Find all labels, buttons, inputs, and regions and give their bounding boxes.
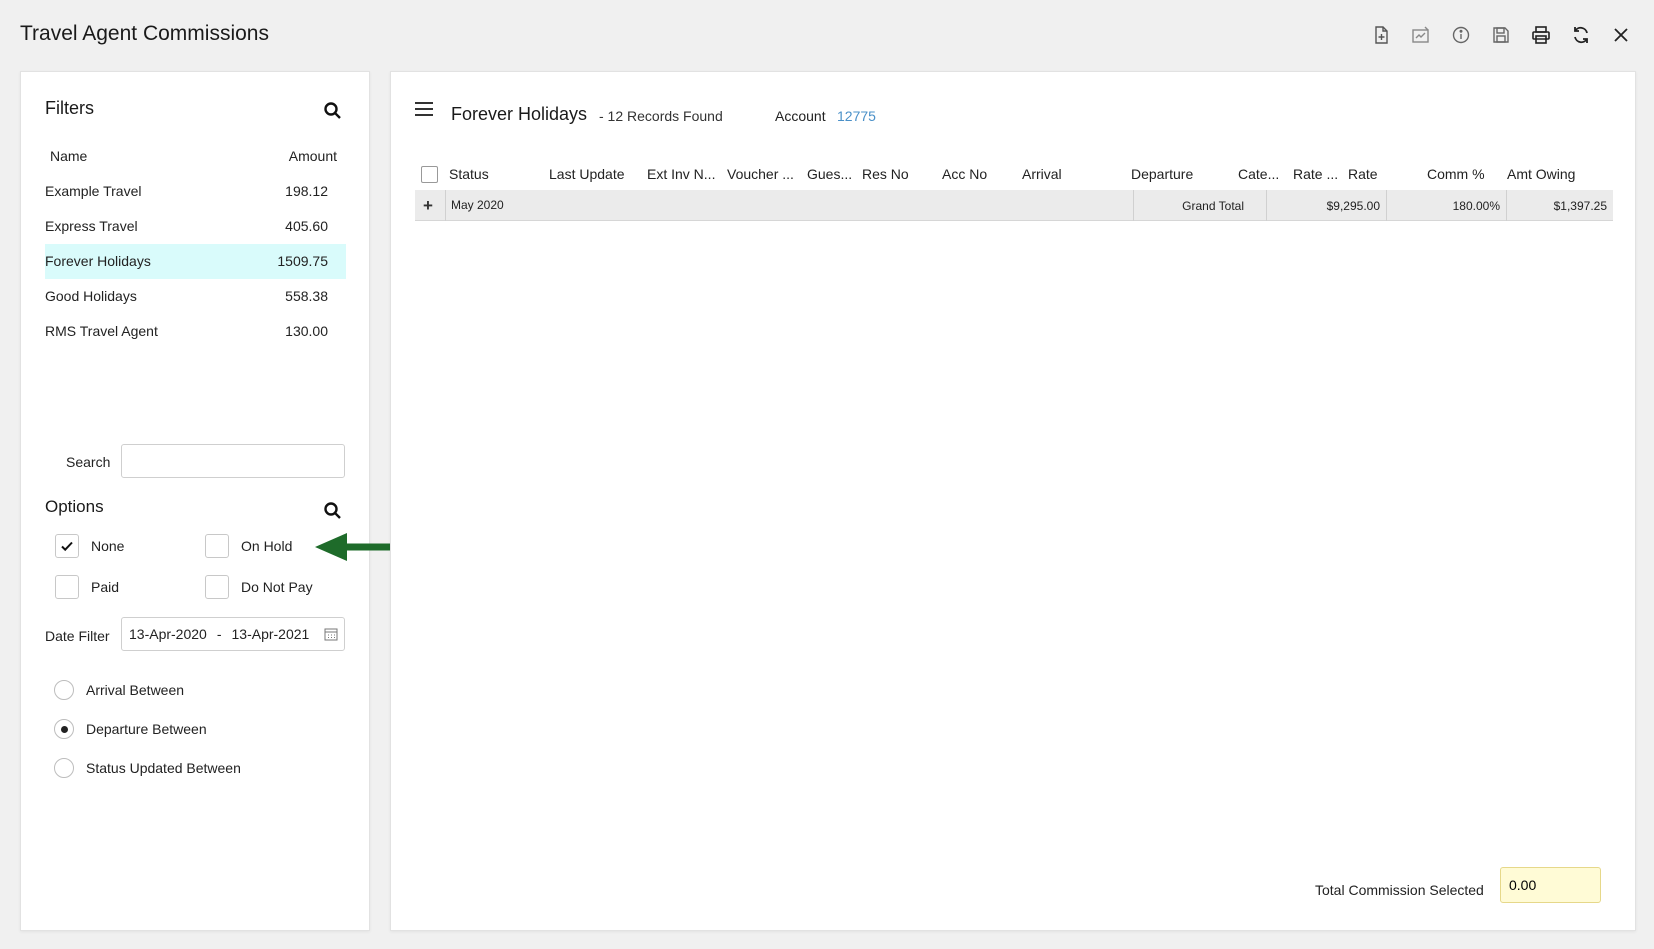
col-last-update[interactable]: Last Update	[549, 166, 625, 182]
account-label: Account	[775, 108, 826, 124]
save-icon[interactable]	[1488, 22, 1514, 48]
paid-checkbox[interactable]: Paid	[55, 575, 119, 599]
agent-row[interactable]: Example Travel 198.12	[45, 174, 346, 209]
on-hold-label: On Hold	[241, 538, 293, 554]
name-column-header: Name	[50, 148, 88, 164]
print-icon[interactable]	[1528, 22, 1554, 48]
calendar-icon[interactable]	[324, 627, 338, 641]
agent-row[interactable]: Good Holidays 558.38	[45, 279, 346, 314]
search-input[interactable]	[121, 444, 345, 478]
agent-name: Good Holidays	[45, 288, 137, 304]
col-status[interactable]: Status	[449, 166, 489, 182]
grand-total-label: Grand Total	[1133, 190, 1266, 221]
radio-circle[interactable]	[54, 680, 74, 700]
commissions-panel: Forever Holidays - 12 Records Found Acco…	[390, 71, 1636, 931]
agent-name: Express Travel	[45, 218, 138, 234]
filters-heading: Filters	[45, 98, 94, 118]
agent-amount: 130.00	[285, 323, 328, 339]
records-found: - 12 Records Found	[599, 108, 723, 124]
select-all-checkbox[interactable]	[421, 166, 438, 183]
add-document-icon[interactable]	[1368, 22, 1394, 48]
checkbox-box[interactable]	[205, 575, 229, 599]
total-commission-label: Total Commission Selected	[1315, 882, 1484, 898]
agent-row-selected[interactable]: Forever Holidays 1509.75	[45, 244, 346, 279]
agent-amount: 1509.75	[277, 253, 328, 269]
edit-document-icon[interactable]	[1408, 22, 1434, 48]
grand-total-amt-owing: $1,397.25	[1506, 190, 1613, 221]
filters-panel: Filters Name Amount Example Travel 198.1…	[20, 71, 370, 931]
options-heading: Options	[45, 497, 104, 516]
agent-list: Example Travel 198.12 Express Travel 405…	[45, 174, 346, 349]
menu-icon[interactable]	[415, 102, 433, 118]
agent-name: Example Travel	[45, 183, 142, 199]
arrival-between-label: Arrival Between	[86, 682, 185, 698]
col-res-no[interactable]: Res No	[862, 166, 909, 182]
agent-title: Forever Holidays	[451, 104, 588, 124]
col-rate[interactable]: Rate	[1348, 166, 1378, 182]
on-hold-checkbox[interactable]: On Hold	[205, 534, 292, 558]
radio-circle[interactable]	[54, 719, 74, 739]
do-not-pay-label: Do Not Pay	[241, 579, 313, 595]
group-row[interactable]: + May 2020 Grand Total $9,295.00 180.00%…	[415, 190, 1613, 221]
checkbox-box[interactable]	[55, 534, 79, 558]
radio-circle[interactable]	[54, 758, 74, 778]
col-acc-no[interactable]: Acc No	[942, 166, 987, 182]
grid-header: Status Last Update Ext Inv N... Voucher …	[415, 162, 1613, 188]
cell-divider	[445, 190, 446, 221]
checkbox-box[interactable]	[55, 575, 79, 599]
agent-name: RMS Travel Agent	[45, 323, 158, 339]
search-icon[interactable]	[323, 101, 343, 121]
grand-total-comm: 180.00%	[1386, 190, 1506, 221]
col-category[interactable]: Cate...	[1238, 166, 1279, 182]
group-label: May 2020	[451, 198, 504, 212]
col-rate-type[interactable]: Rate ...	[1293, 166, 1338, 182]
amount-column-header: Amount	[288, 148, 337, 164]
status-updated-between-label: Status Updated Between	[86, 760, 241, 776]
agent-amount: 198.12	[285, 183, 328, 199]
agent-row[interactable]: Express Travel 405.60	[45, 209, 346, 244]
account-link[interactable]: 12775	[837, 108, 876, 124]
departure-between-label: Departure Between	[86, 721, 207, 737]
agent-row[interactable]: RMS Travel Agent 130.00	[45, 314, 346, 349]
col-guest[interactable]: Gues...	[807, 166, 852, 182]
agent-amount: 558.38	[285, 288, 328, 304]
refresh-icon[interactable]	[1568, 22, 1594, 48]
agent-amount: 405.60	[285, 218, 328, 234]
options-search-icon[interactable]	[323, 501, 343, 521]
col-voucher[interactable]: Voucher ...	[727, 166, 794, 182]
none-checkbox[interactable]: None	[55, 534, 124, 558]
grand-total-rate: $9,295.00	[1266, 190, 1386, 221]
search-label: Search	[66, 454, 111, 470]
departure-between-radio[interactable]: Departure Between	[54, 719, 207, 739]
agent-name: Forever Holidays	[45, 253, 151, 269]
col-departure[interactable]: Departure	[1131, 166, 1193, 182]
page-title: Travel Agent Commissions	[20, 22, 269, 45]
col-amt-owing[interactable]: Amt Owing	[1507, 166, 1575, 182]
col-arrival[interactable]: Arrival	[1022, 166, 1062, 182]
close-icon[interactable]	[1608, 22, 1634, 48]
do-not-pay-checkbox[interactable]: Do Not Pay	[205, 575, 313, 599]
date-filter-label: Date Filter	[45, 628, 110, 644]
date-to: 13-Apr-2021	[231, 626, 310, 642]
paid-label: Paid	[91, 579, 120, 595]
expand-icon[interactable]: +	[423, 196, 433, 216]
toolbar	[1368, 22, 1634, 48]
status-updated-between-radio[interactable]: Status Updated Between	[54, 758, 241, 778]
date-from: 13-Apr-2020	[129, 626, 207, 642]
date-separator: -	[216, 626, 222, 642]
info-icon[interactable]	[1448, 22, 1474, 48]
none-label: None	[91, 538, 125, 554]
arrival-between-radio[interactable]: Arrival Between	[54, 680, 184, 700]
date-range-picker[interactable]: 13-Apr-2020 - 13-Apr-2021	[121, 617, 345, 651]
total-commission-field[interactable]	[1500, 867, 1601, 903]
checkbox-box[interactable]	[205, 534, 229, 558]
col-ext-inv-no[interactable]: Ext Inv N...	[647, 166, 715, 182]
col-comm-percent[interactable]: Comm %	[1427, 166, 1485, 182]
